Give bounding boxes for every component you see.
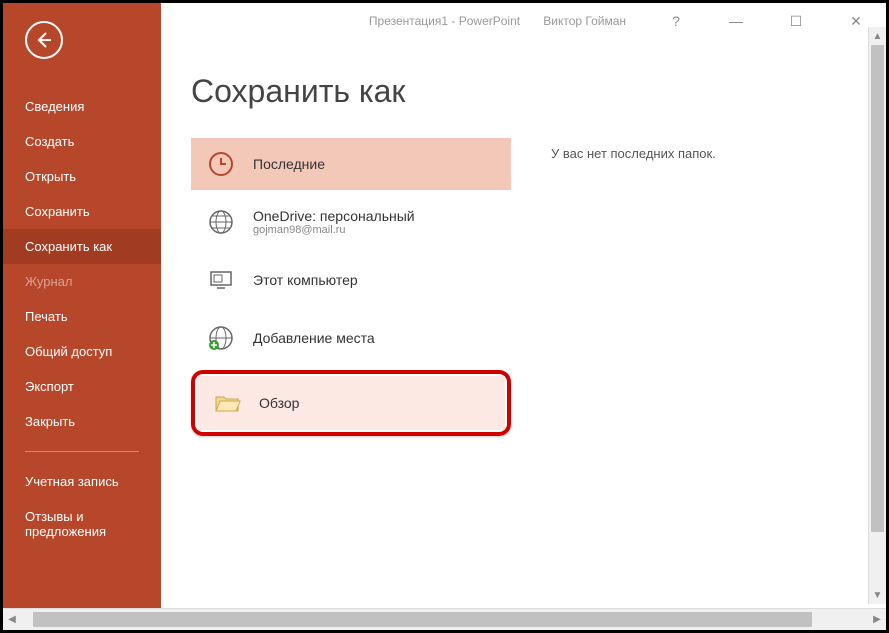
sidebar-separator [25,451,139,452]
sidebar-item-new[interactable]: Создать [3,124,161,159]
sidebar-item-label: Открыть [25,169,76,184]
location-label: Обзор [259,395,299,411]
add-place-icon [205,322,237,354]
backstage-main: Сохранить как Последние OneDrive: персон… [161,3,886,604]
sidebar-item-feedback[interactable]: Отзывы и предложения [3,499,161,549]
annotation-highlight: Обзор [191,370,511,436]
sidebar-item-info[interactable]: Сведения [3,89,161,124]
location-browse[interactable]: Обзор [197,376,505,430]
sidebar-item-share[interactable]: Общий доступ [3,334,161,369]
location-onedrive[interactable]: OneDrive: персональный gojman98@mail.ru [191,196,511,248]
scroll-left-icon[interactable]: ◀ [3,609,21,630]
sidebar-item-label: Закрыть [25,414,75,429]
scroll-down-icon[interactable]: ▼ [869,586,886,604]
horizontal-scrollbar[interactable]: ◀ ▶ [3,608,886,630]
maximize-button[interactable]: ☐ [776,7,816,35]
sidebar-item-history[interactable]: Журнал [3,264,161,299]
location-recent[interactable]: Последние [191,138,511,190]
scroll-right-icon[interactable]: ▶ [868,609,886,630]
sidebar-item-save[interactable]: Сохранить [3,194,161,229]
sidebar-item-label: Журнал [25,274,72,289]
location-label: Последние [253,156,325,172]
sidebar-item-label: Экспорт [25,379,74,394]
sidebar-item-label: Сохранить как [25,239,112,254]
sidebar-item-account[interactable]: Учетная запись [3,464,161,499]
sidebar-item-print[interactable]: Печать [3,299,161,334]
title-bar: Презентация1 - PowerPoint Виктор Гойман … [3,3,886,39]
folder-icon [211,387,243,419]
scroll-thumb[interactable] [33,612,812,627]
page-heading: Сохранить как [191,73,856,110]
sidebar-item-label: Общий доступ [25,344,112,359]
location-sub: gojman98@mail.ru [253,224,415,236]
clock-icon [205,148,237,180]
window-title: Презентация1 - PowerPoint [369,14,520,28]
save-locations-list: Последние OneDrive: персональный gojman9… [191,138,511,436]
sidebar-item-close[interactable]: Закрыть [3,404,161,439]
recent-folders-pane: У вас нет последних папок. [551,138,856,436]
help-button[interactable]: ? [656,7,696,35]
sidebar-item-export[interactable]: Экспорт [3,369,161,404]
empty-message: У вас нет последних папок. [551,146,716,161]
sidebar-item-label: Сведения [25,99,84,114]
user-name[interactable]: Виктор Гойман [543,14,626,28]
location-this-pc[interactable]: Этот компьютер [191,254,511,306]
vertical-scrollbar[interactable]: ▲ ▼ [868,27,886,604]
onedrive-icon [205,206,237,238]
sidebar-item-label: Сохранить [25,204,90,219]
scroll-thumb[interactable] [871,45,884,532]
close-button[interactable]: ✕ [836,7,876,35]
sidebar-item-label: Печать [25,309,68,324]
sidebar-item-save-as[interactable]: Сохранить как [3,229,161,264]
location-add-place[interactable]: Добавление места [191,312,511,364]
minimize-button[interactable]: — [716,7,756,35]
sidebar-item-label: Создать [25,134,74,149]
location-label: Добавление места [253,330,375,346]
sidebar-item-open[interactable]: Открыть [3,159,161,194]
backstage-sidebar: Сведения Создать Открыть Сохранить Сохра… [3,3,161,630]
sidebar-item-label: Отзывы и предложения [25,509,106,539]
sidebar-item-label: Учетная запись [25,474,119,489]
location-label: OneDrive: персональный [253,208,415,224]
location-label: Этот компьютер [253,272,358,288]
computer-icon [205,264,237,296]
